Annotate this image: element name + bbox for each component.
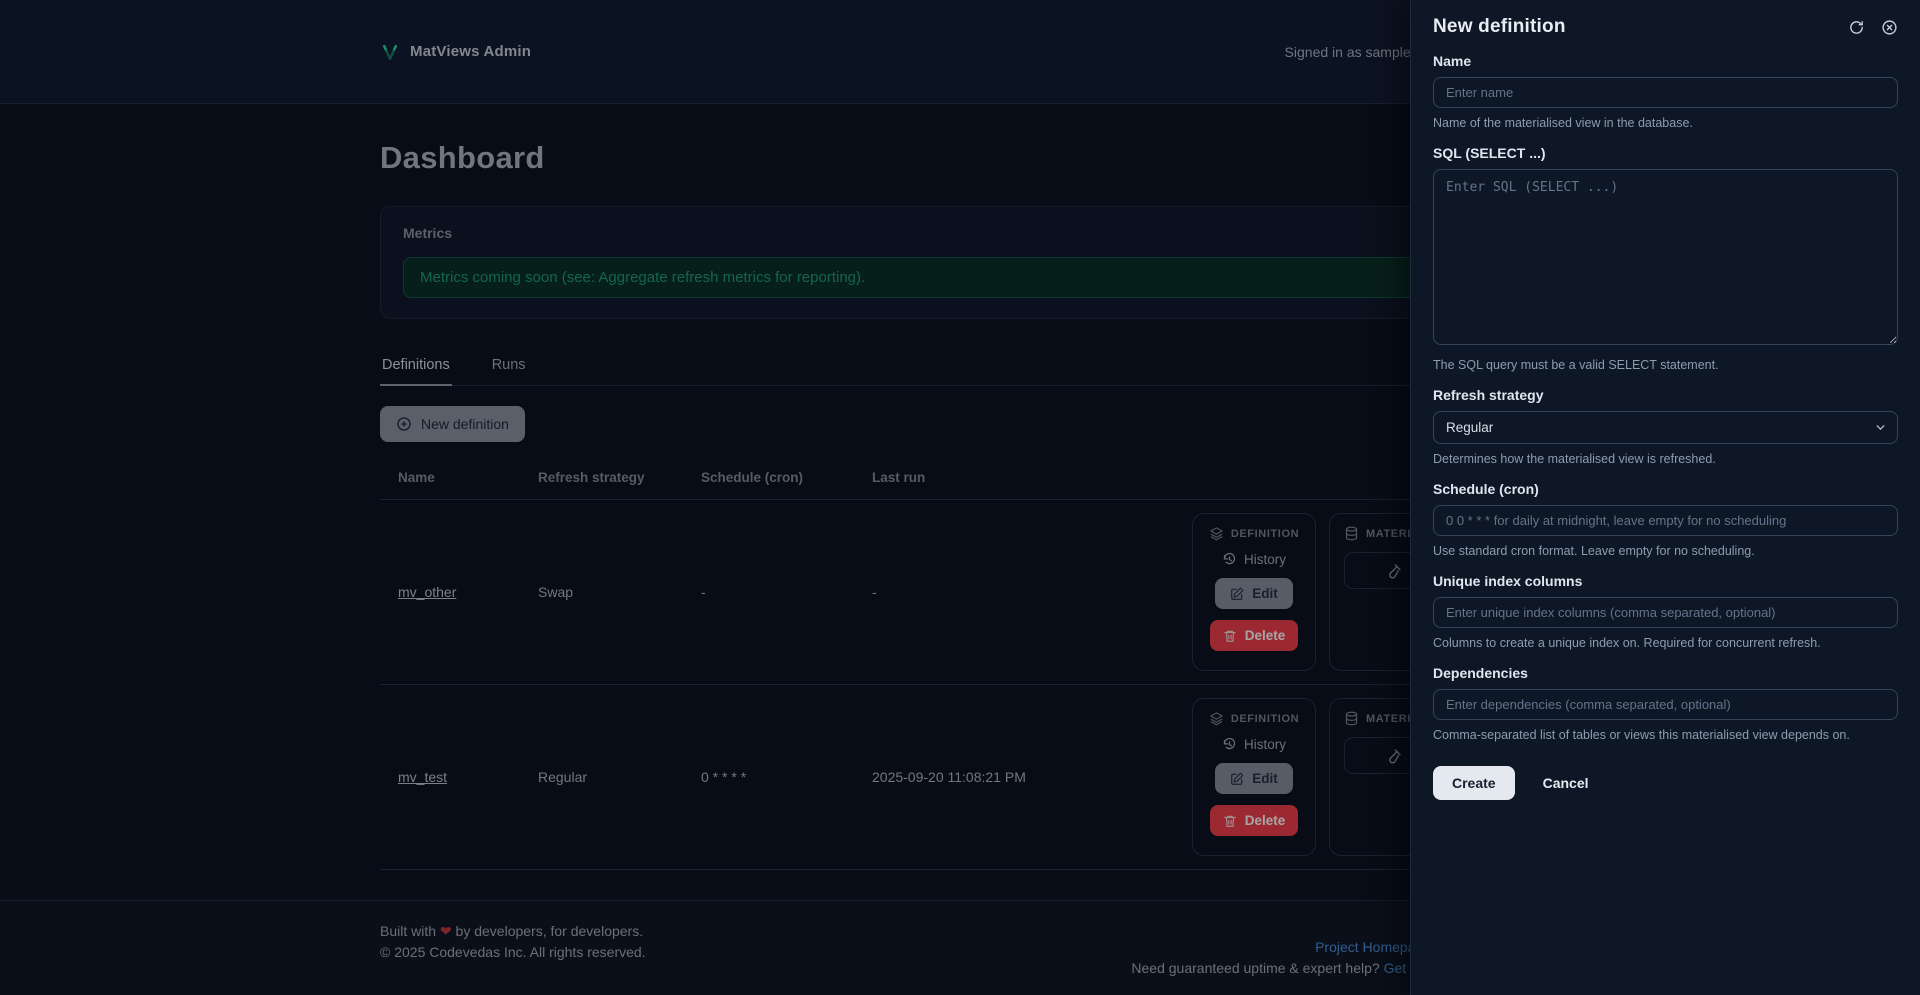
dependencies-field-group: Dependencies Comma-separated list of tab… [1433, 665, 1898, 742]
refresh-strategy-select[interactable]: Regular [1433, 411, 1898, 444]
dependencies-input[interactable] [1433, 689, 1898, 720]
schedule-input[interactable] [1433, 505, 1898, 536]
chevron-down-icon [1874, 421, 1887, 434]
schedule-label: Schedule (cron) [1433, 481, 1539, 497]
dependencies-label: Dependencies [1433, 665, 1528, 681]
sql-textarea[interactable] [1433, 169, 1898, 345]
unique-index-input[interactable] [1433, 597, 1898, 628]
schedule-help: Use standard cron format. Leave empty fo… [1433, 544, 1755, 558]
sql-help: The SQL query must be a valid SELECT sta… [1433, 358, 1719, 372]
sql-label: SQL (SELECT ...) [1433, 145, 1546, 161]
new-definition-drawer: New definition Name Name of the material… [1410, 0, 1920, 995]
refresh-strategy-label: Refresh strategy [1433, 387, 1544, 403]
sql-field-group: SQL (SELECT ...) The SQL query must be a… [1433, 145, 1898, 372]
schedule-field-group: Schedule (cron) Use standard cron format… [1433, 481, 1898, 558]
name-label: Name [1433, 53, 1472, 69]
refresh-strategy-field-group: Refresh strategy Regular Determines how … [1433, 387, 1898, 466]
refresh-strategy-help: Determines how the materialised view is … [1433, 452, 1716, 466]
name-help: Name of the materialised view in the dat… [1433, 116, 1693, 130]
name-field-group: Name Name of the materialised view in th… [1433, 53, 1898, 130]
name-input[interactable] [1433, 77, 1898, 108]
dependencies-help: Comma-separated list of tables or views … [1433, 728, 1850, 742]
close-icon[interactable] [1881, 19, 1898, 36]
unique-index-label: Unique index columns [1433, 573, 1583, 589]
drawer-title: New definition [1433, 16, 1566, 37]
create-button[interactable]: Create [1433, 766, 1515, 800]
cancel-button[interactable]: Cancel [1543, 775, 1589, 791]
unique-index-help: Columns to create a unique index on. Req… [1433, 636, 1821, 650]
unique-index-field-group: Unique index columns Columns to create a… [1433, 573, 1898, 650]
refresh-icon[interactable] [1848, 19, 1865, 36]
